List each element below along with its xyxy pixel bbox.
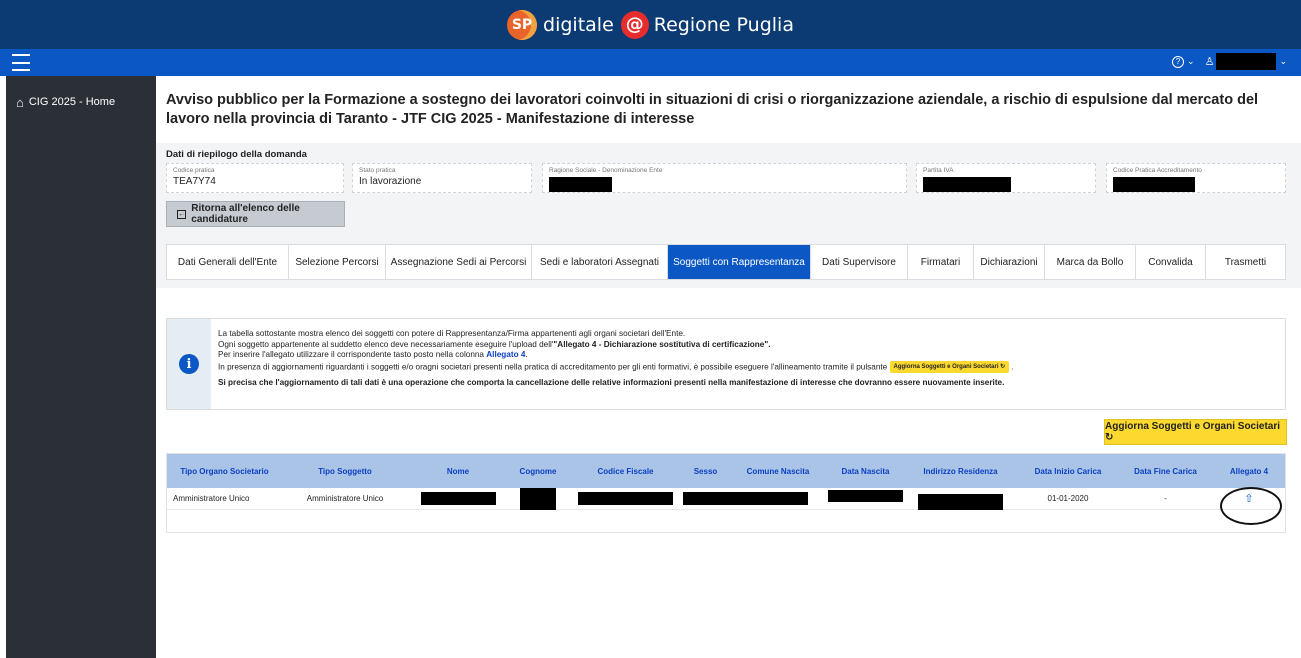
table-row: Amministratore Unico Amministratore Unic… bbox=[167, 487, 1285, 510]
redacted-value bbox=[918, 493, 1003, 510]
col-cognome[interactable]: Cognome bbox=[508, 454, 568, 488]
col-allegato4[interactable]: Allegato 4 bbox=[1213, 454, 1285, 488]
tab-trasmetti[interactable]: Trasmetti bbox=[1206, 245, 1285, 279]
summary-field-stato-pratica: Stato pratica In lavorazione bbox=[352, 163, 532, 193]
tab-content: i La tabella sottostante mostra elenco d… bbox=[156, 288, 1301, 658]
tab-firmatari[interactable]: Firmatari bbox=[908, 245, 974, 279]
col-comune-nascita[interactable]: Comune Nascita bbox=[728, 454, 828, 488]
brand-text-right: Regione Puglia bbox=[653, 13, 794, 36]
info-text: La tabella sottostante mostra elenco dei… bbox=[218, 329, 1014, 387]
cell-data-fine: - bbox=[1164, 494, 1167, 503]
summary-panel: Dati di riepilogo della domanda Codice p… bbox=[156, 143, 1301, 658]
info-icon: i bbox=[179, 354, 199, 374]
col-codice-fiscale[interactable]: Codice Fiscale bbox=[568, 454, 683, 488]
redacted-value bbox=[683, 492, 728, 505]
hamburger-menu-icon[interactable] bbox=[12, 54, 30, 71]
sidebar-item-home[interactable]: ⌂ CIG 2025 - Home bbox=[6, 88, 156, 116]
sidebar-item-label: CIG 2025 - Home bbox=[28, 96, 116, 108]
summary-title: Dati di riepilogo della domanda bbox=[166, 149, 307, 160]
help-icon[interactable]: ? bbox=[1172, 55, 1185, 68]
col-nome[interactable]: Nome bbox=[408, 454, 508, 488]
redacted-value bbox=[520, 487, 556, 510]
nav-right-area: ? ⌄ ♙ ⌄ bbox=[1172, 53, 1287, 70]
redacted-value bbox=[578, 492, 673, 505]
cell-tipo-organo: Amministratore Unico bbox=[173, 494, 250, 503]
at-logo-icon: @ bbox=[620, 10, 649, 39]
sidebar: ⌂ CIG 2025 - Home bbox=[6, 76, 156, 658]
cell-comune-nascita bbox=[728, 488, 828, 509]
page-title: Avviso pubblico per la Formazione a sost… bbox=[166, 92, 1259, 127]
redacted-value bbox=[420, 492, 496, 505]
annotation-circle bbox=[1220, 487, 1282, 525]
col-data-fine[interactable]: Data Fine Carica bbox=[1118, 454, 1213, 488]
summary-field-partita-iva: Partita IVA bbox=[916, 163, 1096, 193]
col-tipo-soggetto[interactable]: Tipo Soggetto bbox=[282, 454, 408, 488]
cell-codice-fiscale bbox=[568, 488, 683, 509]
user-icon[interactable]: ♙ bbox=[1205, 55, 1215, 68]
col-sesso[interactable]: Sesso bbox=[683, 454, 728, 488]
cell-cognome bbox=[508, 487, 568, 510]
tab-bar: Dati Generali dell'Ente Selezione Percor… bbox=[166, 244, 1286, 280]
home-icon: ⌂ bbox=[16, 94, 24, 110]
col-data-inizio[interactable]: Data Inizio Carica bbox=[1018, 454, 1118, 488]
top-header: SP digitale @ Regione Puglia bbox=[0, 0, 1301, 49]
redacted-value bbox=[828, 489, 903, 502]
summary-field-codice-pratica: Codice pratica TEA7Y74 bbox=[166, 163, 344, 193]
redacted-value bbox=[1113, 177, 1195, 192]
redacted-value bbox=[549, 177, 612, 192]
cell-sesso bbox=[683, 488, 728, 509]
tab-marca-da-bollo[interactable]: Marca da Bollo bbox=[1045, 245, 1136, 279]
cell-nome bbox=[408, 488, 508, 509]
summary-field-codice-accreditamento: Codice Pratica Accreditamento bbox=[1106, 163, 1286, 193]
back-to-list-button[interactable]: ← Ritorna all'elenco delle candidature bbox=[166, 201, 345, 227]
soggetti-table: Tipo Organo Societario Tipo Soggetto Nom… bbox=[166, 453, 1286, 533]
user-chevron-down-icon[interactable]: ⌄ bbox=[1279, 56, 1287, 67]
sp-logo-icon: SP bbox=[507, 9, 538, 40]
main-content: Avviso pubblico per la Formazione a sost… bbox=[156, 76, 1301, 658]
info-box-sidebar: i bbox=[167, 319, 211, 409]
table-header: Tipo Organo Societario Tipo Soggetto Nom… bbox=[167, 454, 1285, 488]
inline-update-button[interactable]: Aggiorna Soggetti e Organi Societari ↻ bbox=[889, 360, 1010, 373]
nav-bar: ? ⌄ ♙ ⌄ bbox=[0, 49, 1301, 76]
tab-sedi-laboratori[interactable]: Sedi e laboratori Assegnati bbox=[532, 245, 668, 279]
tab-convalida[interactable]: Convalida bbox=[1136, 245, 1206, 279]
username-redacted[interactable] bbox=[1216, 53, 1277, 70]
tab-dichiarazioni[interactable]: Dichiarazioni bbox=[974, 245, 1045, 279]
chevron-down-icon[interactable]: ⌄ bbox=[1187, 56, 1195, 67]
back-arrow-icon: ← bbox=[177, 209, 187, 219]
allegato4-link: Allegato 4 bbox=[486, 350, 526, 359]
cell-data-nascita bbox=[828, 488, 903, 509]
tab-assegnazione-sedi[interactable]: Assegnazione Sedi ai Percorsi bbox=[386, 245, 532, 279]
tab-dati-generali[interactable]: Dati Generali dell'Ente bbox=[167, 245, 289, 279]
cell-data-inizio: 01-01-2020 bbox=[1047, 494, 1089, 503]
col-tipo-organo[interactable]: Tipo Organo Societario bbox=[167, 454, 282, 488]
update-soggetti-button[interactable]: Aggiorna Soggetti e Organi Societari ↻ bbox=[1104, 419, 1287, 445]
col-indirizzo-residenza[interactable]: Indirizzo Residenza bbox=[903, 454, 1018, 488]
summary-field-ragione-sociale: Ragione Sociale - Denominazione Ente bbox=[542, 163, 907, 193]
tab-selezione-percorsi[interactable]: Selezione Percorsi bbox=[289, 245, 386, 279]
cell-indirizzo-residenza bbox=[903, 488, 1018, 510]
brand-logo: SP digitale @ Regione Puglia bbox=[507, 9, 794, 40]
tab-dati-supervisore[interactable]: Dati Supervisore bbox=[811, 245, 908, 279]
redacted-value bbox=[728, 492, 808, 505]
tab-soggetti-rappresentanza[interactable]: Soggetti con Rappresentanza bbox=[668, 245, 811, 279]
brand-text-left: digitale bbox=[543, 13, 614, 36]
info-box: i La tabella sottostante mostra elenco d… bbox=[166, 318, 1286, 410]
cell-tipo-soggetto: Amministratore Unico bbox=[306, 494, 384, 503]
col-data-nascita[interactable]: Data Nascita bbox=[828, 454, 903, 488]
redacted-value bbox=[923, 177, 1011, 192]
